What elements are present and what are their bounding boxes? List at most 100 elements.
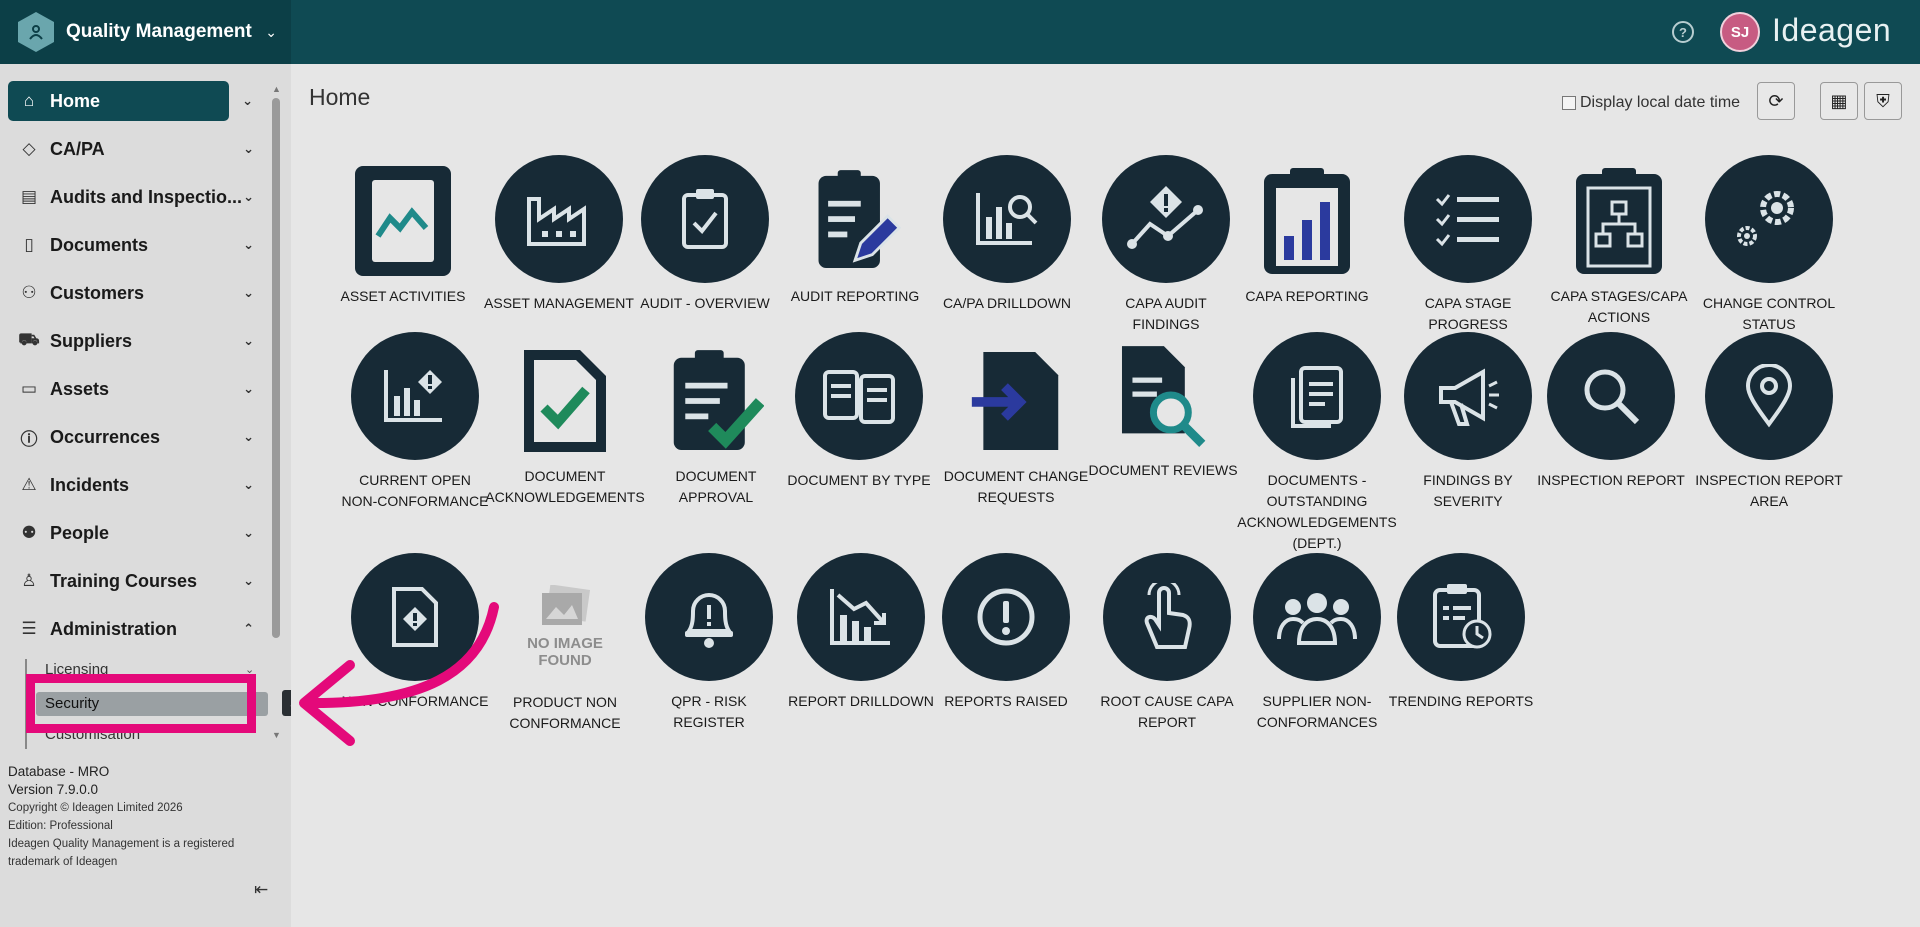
sidebar-item-suppliers[interactable]: ⛟ Suppliers ⌄	[8, 321, 262, 361]
tile-asset-activities[interactable]: ASSET ACTIVITIES	[328, 158, 478, 307]
users-icon: ⚇	[21, 283, 37, 302]
top-bar: Quality Management ⌄ ? SJ Ideagen	[0, 0, 1920, 64]
tile-capa-stage-progress[interactable]: CAPA STAGE PROGRESS	[1393, 155, 1543, 335]
version-label: Version 7.9.0.0	[8, 782, 99, 797]
tile-findings-by-severity[interactable]: FINDINGS BY SEVERITY	[1393, 332, 1543, 512]
sidebar-item-documents[interactable]: ▯ Documents ⌄	[8, 225, 262, 265]
tile-document-approval[interactable]: DOCUMENT APPROVAL	[641, 338, 791, 508]
chevron-down-icon[interactable]: ⌄	[243, 237, 254, 253]
tile-document-reviews[interactable]: DOCUMENT REVIEWS	[1088, 332, 1238, 481]
tile-supplier-non-conformances[interactable]: SUPPLIER NON-CONFORMANCES	[1242, 553, 1392, 733]
display-local-checkbox[interactable]	[1562, 96, 1576, 110]
tile-label: DOCUMENT ACKNOWLEDGEMENTS	[485, 468, 645, 505]
sidebar-item-capa[interactable]: ◇ CA/PA ⌄	[8, 129, 262, 169]
scroll-down-icon[interactable]: ▼	[272, 730, 281, 740]
report-clock-icon	[1397, 553, 1525, 681]
tile-label: TRENDING REPORTS	[1388, 693, 1534, 709]
chevron-down-icon[interactable]: ⌄	[243, 141, 254, 157]
chevron-down-icon[interactable]: ⌄	[243, 573, 254, 589]
tile-report-drilldown[interactable]: REPORT DRILLDOWN	[786, 553, 936, 712]
tile-qpr-risk-register[interactable]: QPR - RISK REGISTER	[634, 553, 784, 733]
chevron-down-icon[interactable]: ⌄	[243, 333, 254, 349]
sidebar-item-administration[interactable]: ☰ Administration ⌃	[8, 609, 262, 649]
sidebar-item-incidents[interactable]: ⚠ Incidents ⌄	[8, 465, 262, 505]
tile-asset-management[interactable]: ASSET MANAGEMENT	[484, 155, 634, 314]
documents-stack-icon	[1253, 332, 1381, 460]
avatar[interactable]: SJ	[1720, 12, 1760, 52]
tile-capa-reporting[interactable]: CAPA REPORTING	[1232, 158, 1382, 307]
tile-capa-audit-findings[interactable]: CAPA AUDIT FINDINGS	[1091, 155, 1241, 335]
tile-change-control-status[interactable]: CHANGE CONTROL STATUS	[1694, 155, 1844, 335]
chevron-down-icon[interactable]: ⌄	[243, 285, 254, 301]
tile-audit-overview[interactable]: AUDIT - OVERVIEW	[630, 155, 780, 314]
chevron-down-icon[interactable]: ⌄	[243, 381, 254, 397]
sidebar-item-home[interactable]: ⌂ Home ⌄	[8, 81, 253, 121]
tile-current-open-non-conformance[interactable]: CURRENT OPEN NON-CONFORMANCE	[340, 332, 490, 512]
copyright-label: Copyright © Ideagen Limited 2026	[8, 802, 183, 814]
tile-label: QPR - RISK REGISTER	[671, 693, 747, 730]
sidebar-item-occurrences[interactable]: ⓘ Occurrences ⌄	[8, 417, 262, 457]
tile-product-non-conformance[interactable]: NO IMAGE FOUND PRODUCT NON CONFORMANCE	[490, 572, 640, 734]
chart-alert-icon	[351, 332, 479, 460]
display-local-date-time[interactable]: Display local date time	[1562, 94, 1740, 112]
highlight-annotation	[26, 674, 256, 733]
refresh-button[interactable]: ⟳	[1757, 82, 1795, 120]
tile-label: CA/PA DRILLDOWN	[942, 295, 1072, 311]
megaphone-icon	[1404, 332, 1532, 460]
display-local-label: Display local date time	[1580, 94, 1741, 111]
chevron-down-icon[interactable]: ⌄	[243, 189, 254, 205]
security-shield-button[interactable]: ⛨	[1864, 82, 1902, 120]
tile-reports-raised[interactable]: REPORTS RAISED	[931, 553, 1081, 712]
alert-circle-icon	[942, 553, 1070, 681]
scroll-thumb[interactable]	[272, 98, 280, 638]
sidebar-item-label: Audits and Inspectio...	[50, 186, 243, 207]
map-pin-icon	[1705, 332, 1833, 460]
tile-document-acknowledgements[interactable]: DOCUMENT ACKNOWLEDGEMENTS	[485, 338, 645, 508]
alert-circle-icon: ⓘ	[20, 429, 38, 449]
sidebar-item-customers[interactable]: ⚇ Customers ⌄	[8, 273, 262, 313]
tile-label: FINDINGS BY SEVERITY	[1423, 472, 1513, 509]
collapse-sidebar-icon[interactable]: ⇤	[254, 880, 268, 900]
tile-root-cause-capa-report[interactable]: ROOT CAUSE CAPA REPORT	[1092, 553, 1242, 733]
tile-label: AUDIT REPORTING	[790, 288, 920, 304]
dashboard-layout-button[interactable]: ▦	[1820, 82, 1858, 120]
chevron-down-icon[interactable]: ⌄	[243, 525, 254, 541]
search-icon	[1547, 332, 1675, 460]
tile-inspection-report-area[interactable]: INSPECTION REPORT AREA	[1694, 332, 1844, 512]
chart-icon	[355, 166, 451, 276]
tile-capa-stages-capa-actions[interactable]: CAPA STAGES/CAPA ACTIONS	[1544, 158, 1694, 328]
chevron-down-icon[interactable]: ⌄	[265, 24, 277, 41]
chevron-down-icon[interactable]: ⌄	[242, 93, 253, 109]
clipboard-check-icon	[641, 155, 769, 283]
sidebar-item-people[interactable]: ⚉ People ⌄	[8, 513, 262, 553]
tile-label: CHANGE CONTROL STATUS	[1702, 295, 1836, 332]
tile-audit-reporting[interactable]: AUDIT REPORTING	[780, 158, 930, 307]
tile-document-by-type[interactable]: DOCUMENT BY TYPE	[784, 332, 934, 491]
sidebar-item-training-courses[interactable]: ♙ Training Courses ⌄	[8, 561, 262, 601]
sidebar-item-label: Documents	[50, 234, 149, 255]
sidebar-item-assets[interactable]: ▭ Assets ⌄	[8, 369, 262, 409]
tile-label: REPORTS RAISED	[944, 693, 1068, 709]
chevron-down-icon[interactable]: ⌄	[243, 477, 254, 493]
tile-inspection-report[interactable]: INSPECTION REPORT	[1536, 332, 1686, 491]
sidebar-item-label: Training Courses	[50, 570, 198, 591]
training-icon: ♙	[21, 571, 37, 590]
sidebar-item-label: People	[50, 522, 110, 543]
clipboard-icon: ▤	[20, 187, 38, 206]
chart-search-icon	[943, 155, 1071, 283]
sidebar-item-label: Assets	[50, 378, 110, 399]
tile-document-change-requests[interactable]: DOCUMENT CHANGE REQUESTS	[941, 338, 1091, 508]
scroll-up-icon[interactable]: ▲	[272, 84, 281, 94]
tile-trending-reports[interactable]: TRENDING REPORTS	[1386, 553, 1536, 712]
sidebar-item-label: Administration	[50, 618, 178, 639]
help-circle-icon[interactable]: ?	[1672, 21, 1694, 43]
chevron-down-icon[interactable]: ⌄	[243, 429, 254, 445]
document-search-icon	[1115, 340, 1211, 450]
chevron-up-icon[interactable]: ⌃	[243, 621, 254, 637]
app-switcher[interactable]: Quality Management ⌄	[0, 0, 291, 64]
tile-capa-drilldown[interactable]: CA/PA DRILLDOWN	[932, 155, 1082, 314]
sidebar-scrollbar[interactable]: ▲ ▼	[272, 84, 281, 740]
tile-label: INSPECTION REPORT AREA	[1695, 472, 1843, 509]
tile-documents-outstanding-acknowledgements[interactable]: DOCUMENTS - OUTSTANDING ACKNOWLEDGEMENTS…	[1237, 332, 1397, 554]
sidebar-item-audits[interactable]: ▤ Audits and Inspectio... ⌄	[8, 177, 262, 217]
